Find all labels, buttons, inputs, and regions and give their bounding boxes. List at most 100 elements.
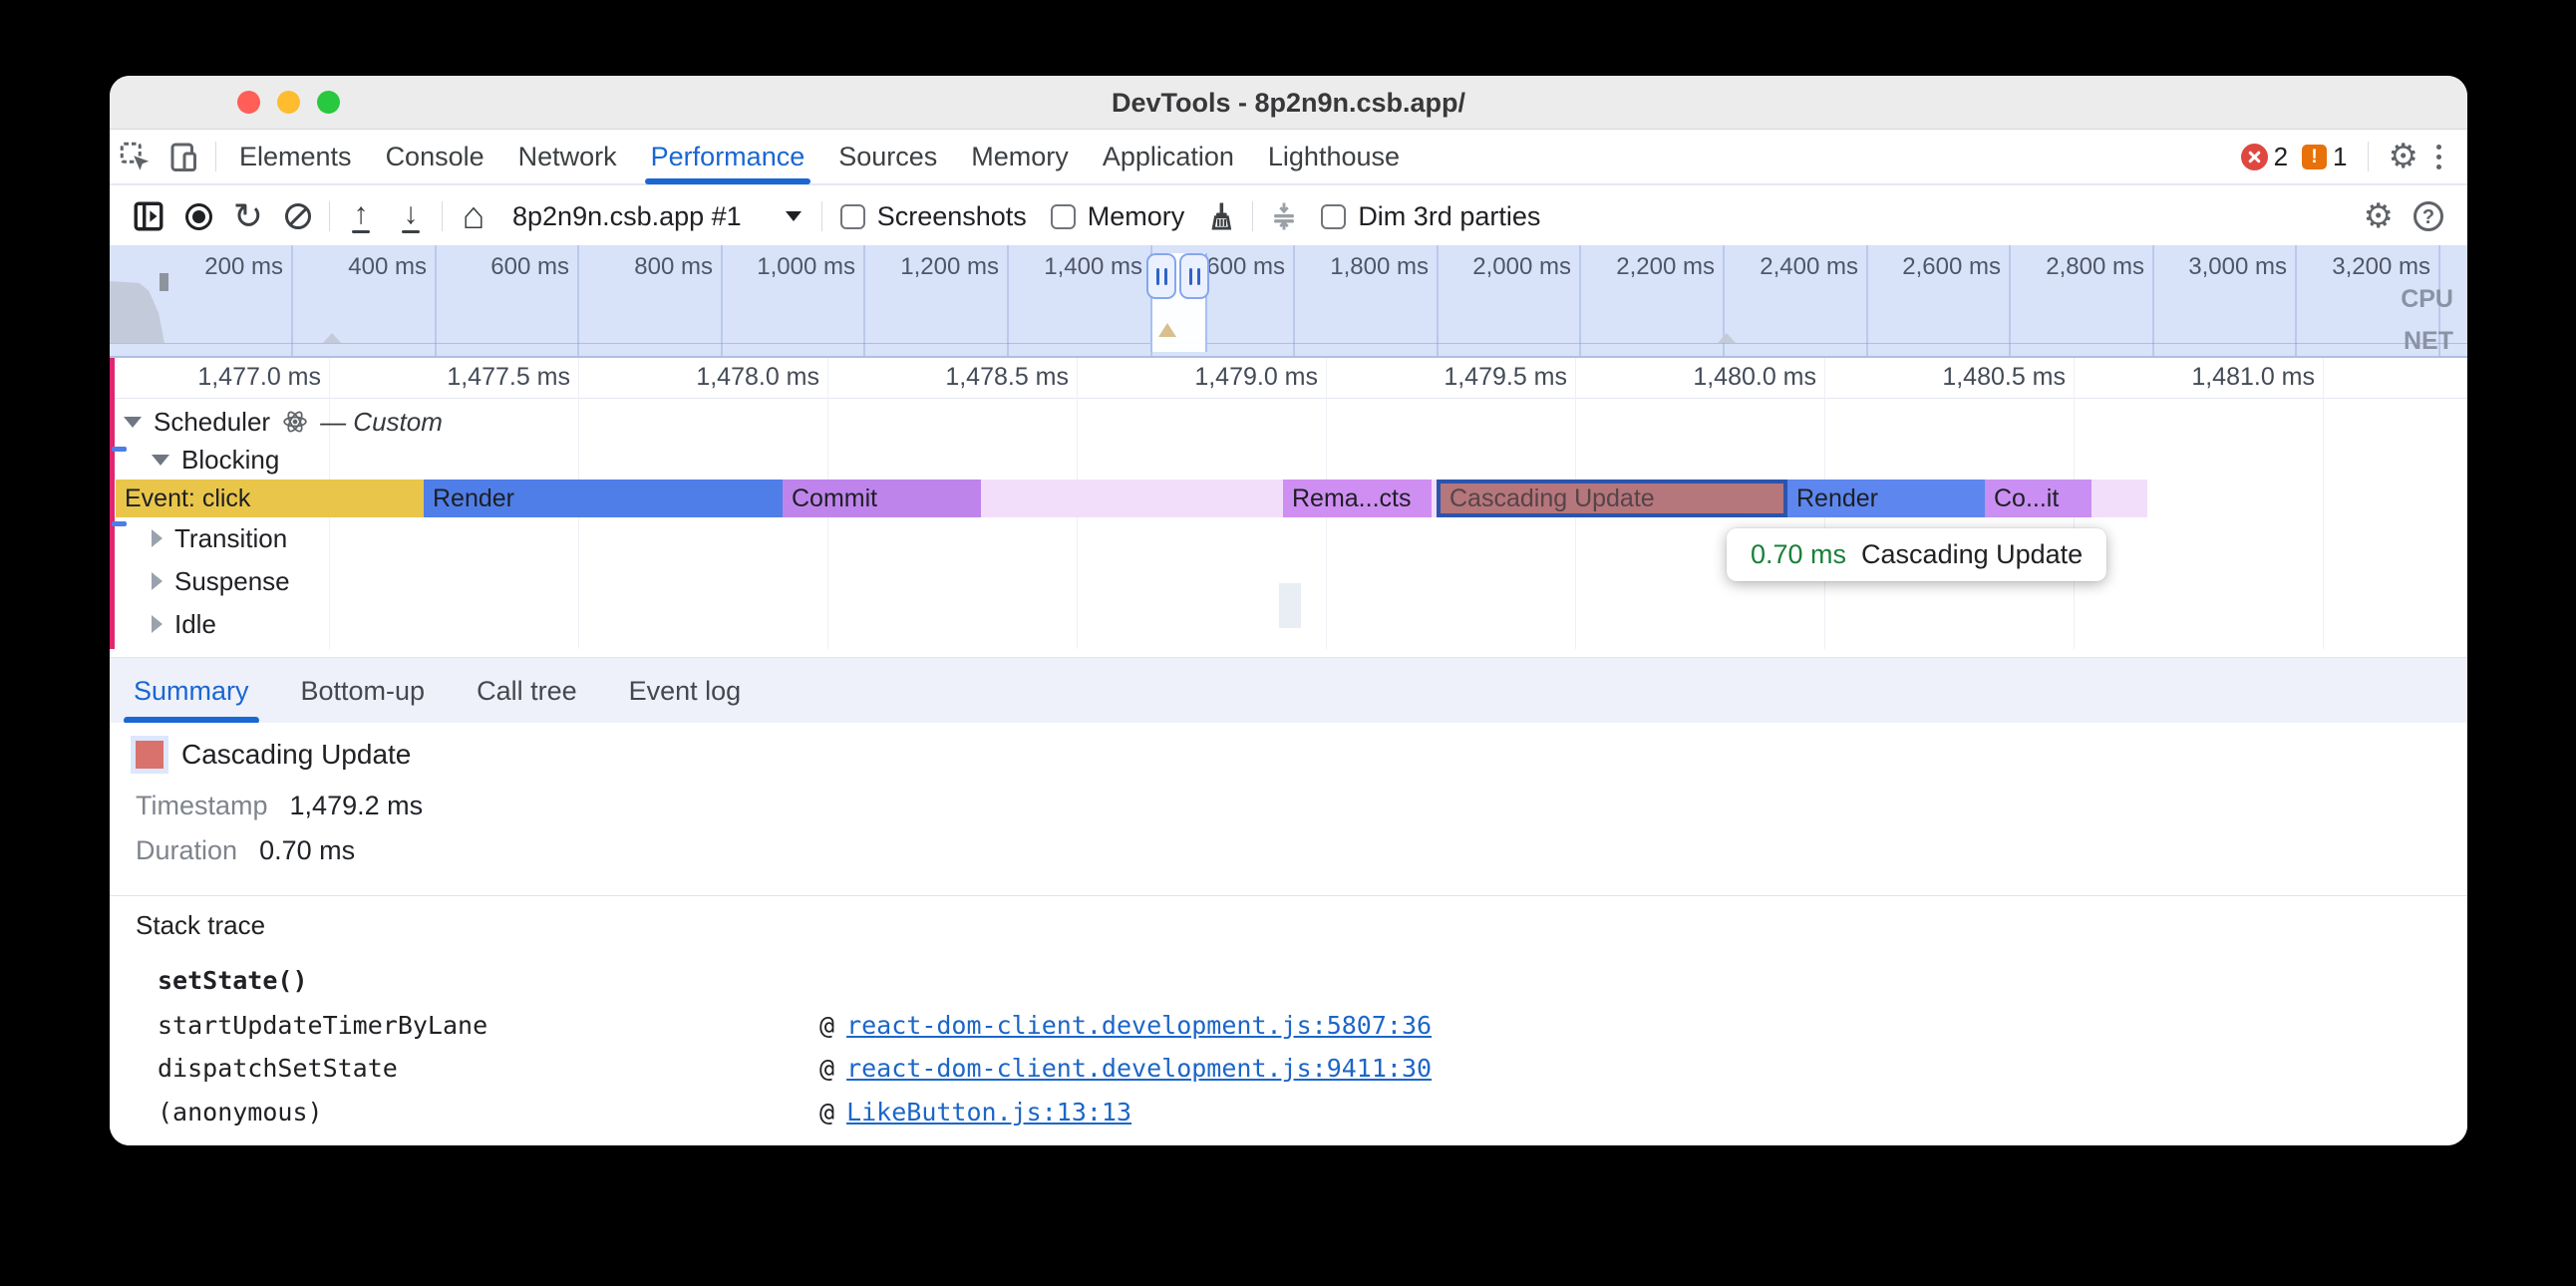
track-scheduler-label: Scheduler [154, 407, 270, 438]
collapse-sections-icon[interactable] [1262, 194, 1306, 238]
remaining-effects-bar[interactable]: Rema...cts [1283, 480, 1432, 517]
stack-frame-fn: dispatchSetState [158, 1054, 398, 1083]
overview-tick: 1,800 ms [1279, 253, 1429, 281]
ruler-tick: 1,478.0 ms [630, 363, 819, 392]
screenshots-checkbox-row[interactable]: Screenshots [840, 201, 1027, 232]
idle-span-bar-tail[interactable] [2092, 480, 2147, 517]
save-profile-icon[interactable]: ↓ [389, 194, 433, 238]
inspect-element-icon[interactable] [110, 129, 160, 184]
toggle-sidebar-icon[interactable] [127, 194, 170, 238]
ruler-tick: 1,477.0 ms [132, 363, 321, 392]
selection-right-handle[interactable] [1179, 253, 1209, 299]
overview-tick: 3,000 ms [2137, 253, 2287, 281]
at-symbol: @ [819, 1054, 834, 1083]
track-marker [112, 521, 127, 526]
track-marker [112, 447, 127, 452]
track-transition[interactable]: Transition [152, 520, 287, 556]
error-count: 2 [2274, 142, 2288, 172]
settings-gear-icon[interactable]: ⚙ [2389, 137, 2418, 176]
overview-tick: 2,200 ms [1565, 253, 1715, 281]
record-button[interactable] [176, 194, 220, 238]
divider [442, 201, 443, 231]
timestamp-value: 1,479.2 ms [290, 791, 424, 821]
tab-lighthouse[interactable]: Lighthouse [1268, 129, 1400, 184]
devtools-window: DevTools - 8p2n9n.csb.app/ Elements Cons… [110, 76, 2467, 1145]
ruler-tick: 1,479.0 ms [1128, 363, 1318, 392]
tab-network[interactable]: Network [518, 129, 617, 184]
tab-summary[interactable]: Summary [134, 658, 249, 724]
reload-and-record-icon[interactable]: ↻ [226, 194, 270, 238]
render-bar[interactable]: Render [424, 480, 783, 517]
home-icon[interactable]: ⌂ [452, 194, 495, 238]
commit-bar[interactable]: Commit [783, 480, 981, 517]
garbage-collect-icon[interactable] [1199, 194, 1243, 238]
ruler-tick: 1,478.5 ms [879, 363, 1069, 392]
selection-left-handle[interactable] [1146, 253, 1176, 299]
capture-settings-gear-icon[interactable]: ⚙ [2364, 196, 2394, 236]
scrollbar-thumb[interactable] [1279, 583, 1301, 628]
clear-recording-icon[interactable] [276, 194, 320, 238]
error-icon [2241, 144, 2268, 170]
track-suspense[interactable]: Suspense [152, 563, 290, 599]
cascading-update-bar[interactable]: Cascading Update [1437, 480, 1787, 517]
divider [329, 201, 330, 231]
render-bar-2[interactable]: Render [1787, 480, 1985, 517]
overview-tick: 2,400 ms [1709, 253, 1858, 281]
cpu-activity-chart [110, 281, 191, 343]
overview-tick: 400 ms [277, 253, 427, 281]
tab-sources[interactable]: Sources [838, 129, 937, 184]
tab-call-tree[interactable]: Call tree [477, 658, 577, 724]
track-transition-label: Transition [174, 523, 287, 554]
help-icon[interactable]: ? [2414, 201, 2443, 231]
divider [110, 895, 2467, 896]
memory-label: Memory [1088, 201, 1185, 232]
tab-application[interactable]: Application [1103, 129, 1234, 184]
track-idle[interactable]: Idle [152, 606, 216, 642]
duration-value: 0.70 ms [259, 835, 355, 866]
overview-tick: 3,400 ms [2424, 253, 2467, 281]
source-link[interactable]: react-dom-client.development.js:5807:36 [846, 1011, 1432, 1040]
divider [2368, 142, 2369, 171]
warning-badge[interactable]: ! 1 [2302, 142, 2347, 172]
overview-tick: 800 ms [563, 253, 713, 281]
source-link[interactable]: LikeButton.js:13:13 [846, 1098, 1131, 1126]
more-options-icon[interactable] [2432, 141, 2445, 173]
memory-checkbox[interactable] [1051, 204, 1076, 229]
track-blocking[interactable]: Blocking [152, 442, 279, 478]
track-scheduler[interactable]: Scheduler — Custom [124, 403, 443, 441]
tab-event-log[interactable]: Event log [629, 658, 742, 724]
cpu-lane-label: CPU [2401, 285, 2453, 314]
event-click-bar[interactable]: Event: click [116, 480, 424, 517]
load-profile-icon[interactable]: ↑ [339, 194, 383, 238]
memory-checkbox-row[interactable]: Memory [1051, 201, 1185, 232]
screenshots-checkbox[interactable] [840, 204, 865, 229]
track-suspense-label: Suspense [174, 566, 290, 597]
tab-memory[interactable]: Memory [971, 129, 1069, 184]
duration-label: Duration [136, 835, 237, 866]
stack-frame-fn: (anonymous) [158, 1098, 323, 1126]
chevron-down-icon [786, 211, 802, 221]
summary-title: Cascading Update [181, 739, 411, 771]
device-toolbar-icon[interactable] [160, 129, 209, 184]
window-title: DevTools - 8p2n9n.csb.app/ [110, 76, 2467, 130]
dim-3rd-parties-checkbox-row[interactable]: Dim 3rd parties [1321, 201, 1540, 232]
track-blocking-label: Blocking [181, 445, 279, 476]
devtools-tabbar: Elements Console Network Performance Sou… [110, 130, 2467, 185]
tab-performance[interactable]: Performance [651, 129, 805, 184]
event-color-swatch [136, 741, 163, 769]
flame-chart[interactable]: Scheduler — Custom Blocking Event: click… [110, 399, 2467, 657]
tab-bottom-up[interactable]: Bottom-up [301, 658, 426, 724]
details-tabbar: Summary Bottom-up Call tree Event log [110, 657, 2467, 723]
overview-tick: 1,400 ms [993, 253, 1142, 281]
history-dropdown[interactable]: 8p2n9n.csb.app #1 [512, 201, 802, 232]
divider [821, 201, 822, 231]
error-badge[interactable]: 2 [2241, 142, 2288, 172]
net-lane-label: NET [2404, 327, 2453, 356]
tab-console[interactable]: Console [386, 129, 484, 184]
timeline-overview[interactable]: 200 ms 400 ms 600 ms 800 ms 1,000 ms 1,2… [110, 245, 2467, 358]
source-link[interactable]: react-dom-client.development.js:9411:30 [846, 1054, 1432, 1083]
ruler-tick: 1,480.0 ms [1627, 363, 1816, 392]
dim-3rd-parties-checkbox[interactable] [1321, 204, 1346, 229]
commit-bar-2[interactable]: Co...it [1985, 480, 2092, 517]
tab-elements[interactable]: Elements [239, 129, 352, 184]
